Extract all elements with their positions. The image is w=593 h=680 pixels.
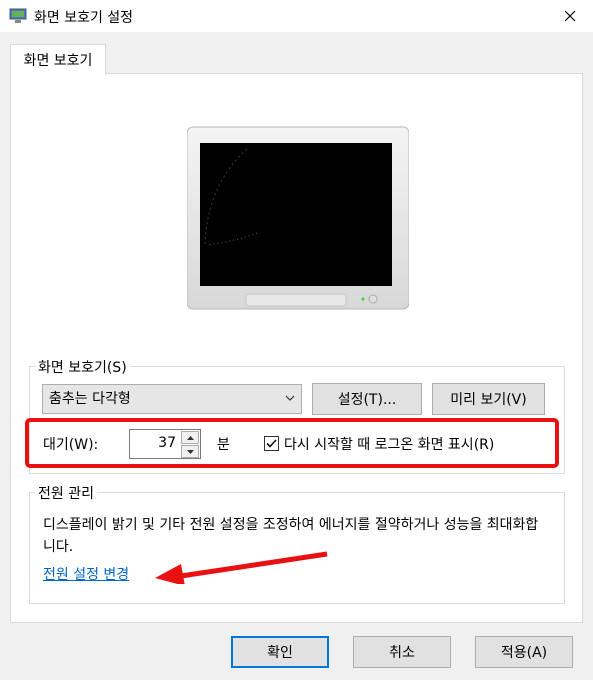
wait-minutes-stepper[interactable]: 37	[129, 429, 201, 459]
logon-checkbox-label: 다시 시작할 때 로그온 화면 표시(R)	[284, 437, 495, 453]
close-button[interactable]	[547, 0, 593, 32]
apply-button[interactable]: 적용(A)	[475, 636, 573, 668]
settings-button[interactable]: 설정(T)...	[312, 383, 422, 415]
chevron-down-icon	[186, 449, 194, 454]
screensaver-select-value: 춤추는 다각형	[49, 391, 131, 407]
cancel-button[interactable]: 취소	[353, 636, 451, 668]
chevron-down-icon	[285, 395, 295, 401]
tab-label: 화면 보호기	[23, 53, 93, 69]
wait-minutes-value: 37	[158, 435, 176, 451]
chevron-up-icon	[186, 435, 194, 440]
ok-button[interactable]: 확인	[231, 636, 329, 668]
change-power-settings-link[interactable]: 전원 설정 변경	[43, 564, 129, 584]
ok-button-label: 확인	[267, 645, 293, 661]
wait-unit-label: 분	[217, 437, 230, 453]
monitor-preview	[187, 126, 409, 310]
title-bar: 화면 보호기 설정	[0, 0, 593, 32]
spin-up-button[interactable]	[181, 431, 199, 444]
preview-button-label: 미리 보기(V)	[450, 392, 527, 408]
tab-screensaver[interactable]: 화면 보호기	[10, 44, 106, 75]
screensaver-group-label: 화면 보호기(S)	[35, 357, 130, 377]
checkmark-icon	[266, 439, 277, 448]
close-icon	[564, 10, 576, 22]
settings-button-label: 설정(T)...	[337, 392, 397, 408]
tab-panel: 화면 보호기(S) 춤추는 다각형 설정(T)... 미리 보기(V) 대기(W…	[10, 73, 583, 623]
display-settings-icon	[9, 8, 27, 23]
screensaver-select[interactable]: 춤추는 다각형	[42, 384, 302, 414]
power-group-label: 전원 관리	[35, 483, 97, 503]
logon-checkbox[interactable]	[264, 436, 279, 451]
window-title: 화면 보호기 설정	[34, 10, 134, 26]
apply-button-label: 적용(A)	[500, 645, 548, 661]
cancel-button-label: 취소	[389, 645, 415, 661]
preview-button[interactable]: 미리 보기(V)	[432, 383, 545, 415]
annotation-arrow	[155, 551, 328, 584]
wait-label: 대기(W):	[43, 437, 99, 453]
spin-down-button[interactable]	[181, 445, 199, 458]
